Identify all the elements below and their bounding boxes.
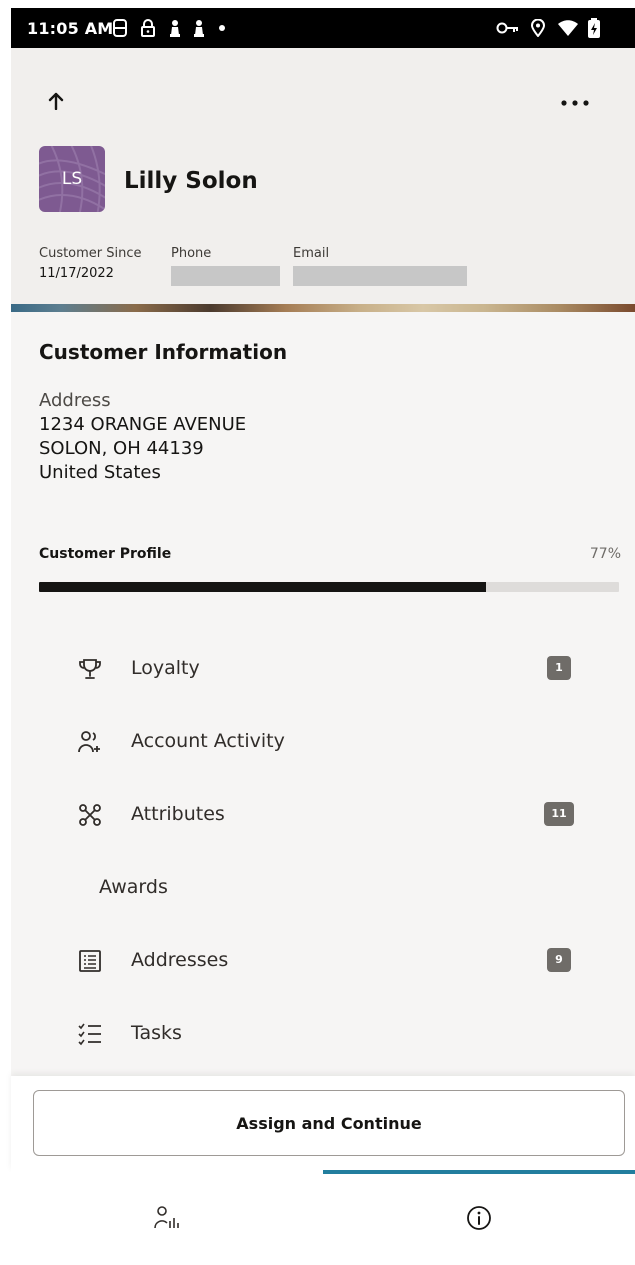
address-line-3: United States (39, 462, 161, 483)
assign-and-continue-button[interactable]: Assign and Continue (33, 1090, 625, 1156)
menu-label: Tasks (131, 1022, 182, 1044)
count-badge: 11 (544, 802, 574, 826)
phone-label: Phone (171, 246, 212, 261)
app-frame: 11:05 AM LS Lilly Solon Customer Since 1… (11, 8, 635, 1265)
menu-item-attributes[interactable]: Attributes 11 (11, 788, 635, 844)
address-line-1: 1234 ORANGE AVENUE (39, 414, 247, 435)
status-time: 11:05 AM (27, 19, 114, 38)
menu-label: Addresses (131, 949, 229, 971)
wifi-icon (557, 18, 579, 38)
battery-icon (587, 18, 601, 38)
back-button[interactable] (43, 88, 69, 114)
action-area: Assign and Continue (11, 1076, 635, 1172)
users-icon (75, 727, 105, 757)
menu-item-addresses[interactable]: Addresses 9 (11, 934, 635, 990)
address-list-icon (75, 946, 105, 976)
customer-details: Customer Information Address 1234 ORANGE… (11, 312, 635, 1076)
menu-label: Attributes (131, 803, 225, 825)
section-title: Customer Information (39, 340, 288, 364)
email-value-redacted (293, 266, 467, 286)
more-options-button[interactable] (557, 88, 593, 114)
more-horizontal-icon (561, 100, 589, 106)
tab-info[interactable] (323, 1170, 635, 1265)
dot-icon (217, 18, 227, 38)
email-label: Email (293, 246, 330, 261)
customer-header: LS Lilly Solon Customer Since 11/17/2022… (11, 48, 635, 312)
address-label: Address (39, 390, 111, 411)
customer-profile-label: Customer Profile (39, 546, 172, 562)
network-icon (75, 800, 105, 830)
menu-label: Account Activity (131, 730, 285, 752)
avatar: LS (39, 146, 105, 212)
lock-icon (139, 18, 157, 38)
customer-name: Lilly Solon (124, 168, 258, 194)
customer-stats-icon (154, 1205, 179, 1228)
progress-fill (39, 582, 486, 592)
customer-since-label: Customer Since (39, 246, 142, 261)
count-badge: 1 (547, 656, 571, 680)
bottom-tab-bar (11, 1170, 635, 1265)
location-icon (529, 18, 547, 38)
status-bar: 11:05 AM (11, 8, 635, 48)
menu-label: Loyalty (131, 657, 200, 679)
customer-profile-percent: 77% (589, 546, 621, 562)
customer-since-value: 11/17/2022 (39, 266, 114, 281)
tasks-icon (75, 1019, 105, 1049)
sim-icon (111, 18, 129, 38)
menu-item-tasks[interactable]: Tasks (11, 1007, 635, 1063)
arrow-up-icon (48, 92, 64, 110)
menu-item-account-activity[interactable]: Account Activity (11, 715, 635, 771)
key-icon (495, 18, 521, 38)
count-badge: 9 (547, 948, 571, 972)
tab-customer-stats[interactable] (11, 1170, 323, 1265)
trophy-icon (75, 654, 105, 684)
customer-profile-progress (39, 582, 619, 592)
tab-selected-indicator (323, 1170, 635, 1174)
menu-item-awards[interactable]: Awards (11, 861, 635, 917)
menu-item-loyalty[interactable]: Loyalty 1 (11, 642, 635, 698)
pawn-icon (191, 18, 207, 38)
pawn-icon (167, 18, 183, 38)
avatar-initials: LS (61, 169, 83, 189)
address-line-2: SOLON, OH 44139 (39, 438, 204, 459)
info-icon (467, 1205, 491, 1230)
menu-label: Awards (99, 876, 168, 898)
decorative-banner (11, 304, 635, 312)
phone-value-redacted (171, 266, 280, 286)
